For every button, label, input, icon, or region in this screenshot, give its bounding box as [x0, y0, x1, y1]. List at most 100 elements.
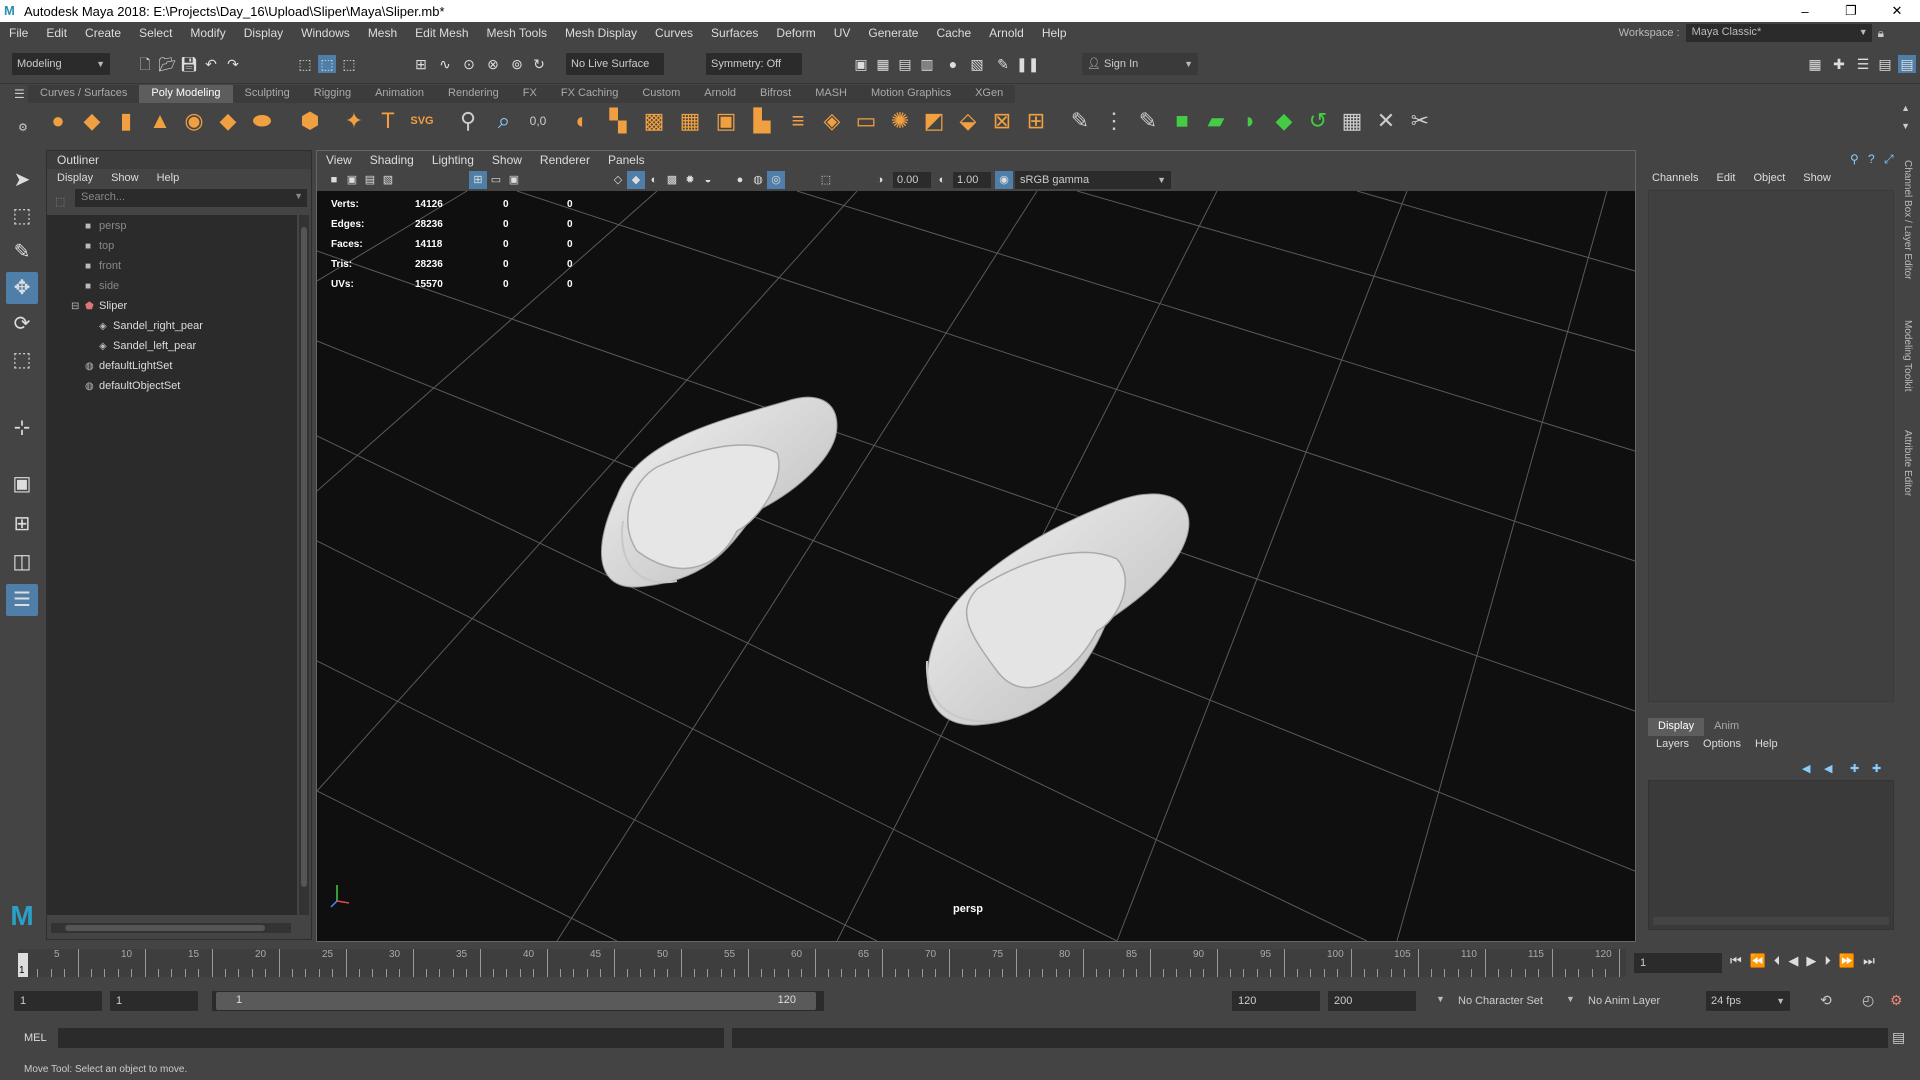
tab-curves-surfaces[interactable]: Curves / Surfaces	[28, 85, 139, 103]
poly-plane-icon[interactable]: ◆	[214, 107, 242, 135]
tab-display-layers[interactable]: Display	[1648, 718, 1705, 736]
snap-point-icon[interactable]: ⊙	[460, 55, 478, 73]
move-icon[interactable]: ⚲	[1850, 152, 1859, 166]
gamma-field[interactable]: 1.00	[953, 172, 991, 188]
layer-move-down-icon[interactable]: ◀	[1824, 762, 1832, 775]
restore-button[interactable]: ❐	[1828, 0, 1874, 22]
separate-icon[interactable]: ▚	[604, 107, 632, 135]
menu-help[interactable]: Help	[1033, 26, 1076, 40]
tab-custom[interactable]: Custom	[630, 85, 692, 103]
float-panel-icon[interactable]: ⤢	[1884, 152, 1894, 167]
playback-start-field[interactable]: 1	[110, 991, 198, 1011]
new-scene-icon[interactable]: 🗋	[136, 55, 154, 73]
snap-curve-icon[interactable]: ∿	[436, 55, 454, 73]
fill-hole-icon[interactable]: ✺	[886, 107, 914, 135]
last-tool-icon[interactable]: ⊹	[6, 412, 38, 444]
sculpt-icon[interactable]: ⚲	[454, 107, 482, 135]
select-coords-icon[interactable]: 0,0	[524, 107, 552, 135]
outliner-search-input[interactable]: Search... ▼	[75, 189, 307, 207]
exposure-field[interactable]: 0.00	[893, 172, 931, 188]
menu-generate[interactable]: Generate	[859, 26, 927, 40]
step-forward-key-icon[interactable]: ⏩	[1839, 953, 1855, 969]
film-gate-icon[interactable]: ▭	[487, 171, 505, 189]
tool-settings-icon[interactable]: ▤	[1876, 55, 1894, 73]
super-shape-icon[interactable]: ✦	[340, 107, 368, 135]
channel-show-menu[interactable]: Show	[1803, 172, 1831, 184]
play-backward-icon[interactable]: ◀	[1788, 953, 1798, 969]
outliner-item-side[interactable]: ■ side	[85, 277, 119, 295]
select-edge-loop-icon[interactable]: ⌕	[490, 107, 518, 135]
viewport-menu-shading[interactable]: Shading	[361, 153, 423, 167]
paint-select-tool-icon[interactable]: ✎	[6, 236, 38, 268]
menu-edit-mesh[interactable]: Edit Mesh	[406, 26, 477, 40]
outliner-item-sandel-right[interactable]: ◈ Sandel_right_pear	[99, 317, 203, 335]
poly-torus-icon[interactable]: ◉	[180, 107, 208, 135]
uv-cylindrical-icon[interactable]: ◗	[1236, 107, 1264, 135]
layer-move-up-icon[interactable]: ◀	[1802, 762, 1810, 775]
tab-animation[interactable]: Animation	[363, 85, 436, 103]
menu-file[interactable]: File	[0, 26, 37, 40]
snap-surface-icon[interactable]: ⊚	[508, 55, 526, 73]
bevel-icon[interactable]: ◈	[818, 107, 846, 135]
poly-disc-icon[interactable]: ⬬	[248, 107, 276, 135]
uv-unfold-icon[interactable]: ✕	[1372, 107, 1400, 135]
channel-box-area[interactable]	[1648, 190, 1894, 702]
step-back-frame-icon[interactable]: ⏴	[1774, 953, 1781, 969]
two-view-layout-icon[interactable]: ◫	[6, 546, 38, 578]
tab-channel-box-layer-editor[interactable]: Channel Box / Layer Editor	[1902, 160, 1913, 280]
camera-select-icon[interactable]: ■	[325, 171, 343, 189]
redo-icon[interactable]: ↷	[224, 55, 242, 73]
script-language-label[interactable]: MEL	[24, 1032, 47, 1044]
menu-select[interactable]: Select	[130, 26, 181, 40]
tab-arnold[interactable]: Arnold	[692, 85, 748, 103]
viewport-menu-view[interactable]: View	[317, 153, 361, 167]
image-plane-icon[interactable]: ▧	[379, 171, 397, 189]
loop-icon[interactable]: ⟲	[1820, 992, 1832, 1009]
resolution-gate-icon[interactable]: ▣	[505, 171, 523, 189]
outliner-item-persp[interactable]: ■ persp	[85, 217, 127, 235]
render-settings-icon[interactable]: ▥	[918, 55, 936, 73]
tab-xgen[interactable]: XGen	[963, 85, 1015, 103]
fps-dropdown[interactable]: 24 fps ▼	[1706, 991, 1790, 1011]
uv-planar-icon[interactable]: ▰	[1202, 107, 1230, 135]
go-to-start-icon[interactable]: ⏮	[1730, 953, 1742, 969]
outliner-menu-display[interactable]: Display	[57, 172, 93, 184]
viewport-menu-lighting[interactable]: Lighting	[423, 153, 483, 167]
layer-list[interactable]	[1648, 780, 1894, 930]
chevron-down-icon[interactable]: ▼	[294, 191, 303, 201]
filter-icon[interactable]: ⬚	[55, 195, 65, 208]
channel-object-menu[interactable]: Object	[1753, 172, 1785, 184]
minimize-button[interactable]: –	[1782, 0, 1828, 22]
camera-attributes-icon[interactable]: ▣	[343, 171, 361, 189]
render-setup-icon[interactable]: ▧	[968, 55, 986, 73]
outliner-menu-help[interactable]: Help	[157, 172, 180, 184]
textured-icon[interactable]: ▩	[663, 171, 681, 189]
character-set-dropdown-icon[interactable]: ▼	[1436, 994, 1445, 1004]
wireframe-on-shaded-icon[interactable]: ◐	[645, 171, 663, 189]
play-forward-icon[interactable]: ▶	[1806, 953, 1816, 969]
collapse-icon[interactable]: ⊟	[71, 298, 85, 316]
new-layer-selected-icon[interactable]: ✚	[1872, 762, 1881, 775]
ipr-render-icon[interactable]: ▤	[896, 55, 914, 73]
tab-attribute-editor[interactable]: Attribute Editor	[1902, 430, 1913, 496]
scale-tool-icon[interactable]: ⬚	[6, 344, 38, 376]
outliner-item-sandel-left[interactable]: ◈ Sandel_left_pear	[99, 337, 196, 355]
tab-poly-modeling[interactable]: Poly Modeling	[139, 85, 233, 103]
menu-create[interactable]: Create	[76, 26, 130, 40]
exposure-icon[interactable]: ◑	[871, 171, 889, 189]
grid-toggle-icon[interactable]: ⊞	[469, 171, 487, 189]
poly-svg-icon[interactable]: SVG	[408, 107, 436, 135]
menu-deform[interactable]: Deform	[767, 26, 824, 40]
four-view-layout-icon[interactable]: ⊞	[6, 508, 38, 540]
tab-modeling-toolkit[interactable]: Modeling Toolkit	[1902, 320, 1913, 392]
wedge-icon[interactable]: ⬙	[954, 107, 982, 135]
multi-cut-icon[interactable]: ✎	[1066, 107, 1094, 135]
character-set-label[interactable]: No Character Set	[1458, 995, 1543, 1007]
isolate-select-icon[interactable]: ◎	[767, 171, 785, 189]
single-perspective-layout-icon[interactable]: ▣	[6, 468, 38, 500]
snap-rotate-icon[interactable]: ↻	[530, 55, 548, 73]
append-icon[interactable]: ◩	[920, 107, 948, 135]
tab-sculpting[interactable]: Sculpting	[233, 85, 302, 103]
attribute-editor-icon[interactable]: ☰	[1854, 55, 1872, 73]
channel-edit-menu[interactable]: Edit	[1716, 172, 1735, 184]
